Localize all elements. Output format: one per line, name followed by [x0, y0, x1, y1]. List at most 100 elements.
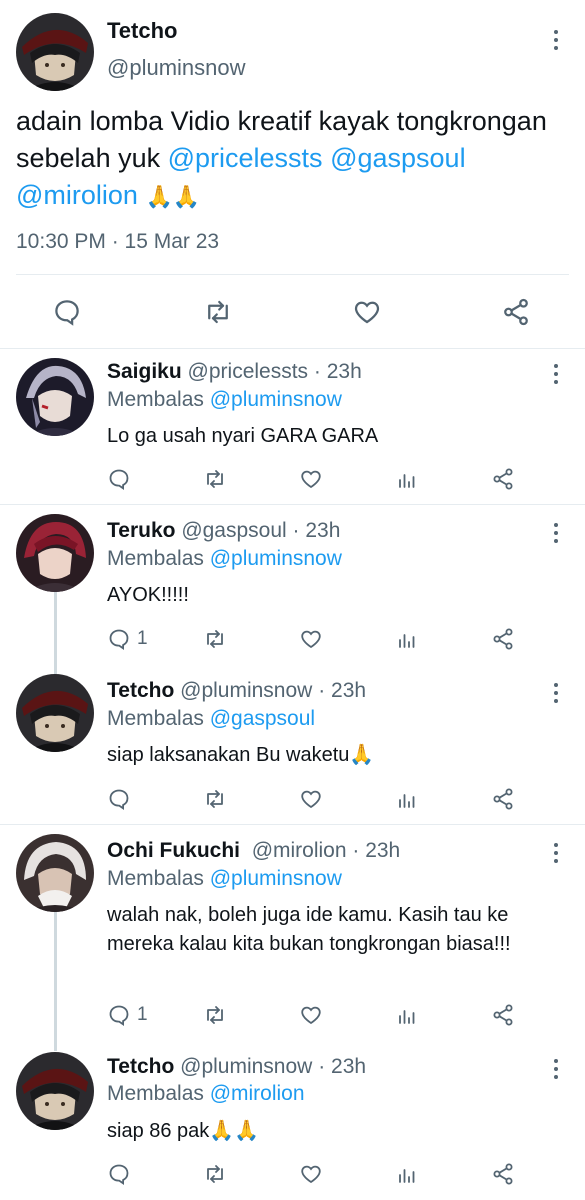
reply-icon[interactable]: [107, 784, 137, 814]
author-name[interactable]: Tetcho: [107, 18, 177, 44]
author-name[interactable]: Ochi Fukuchi: [107, 839, 240, 862]
reply-text: AYOK!!!!!: [107, 584, 189, 606]
retweet-icon[interactable]: [198, 290, 238, 334]
more-options-icon[interactable]: [553, 364, 559, 384]
action-bar: 1: [107, 1000, 527, 1030]
emoji: 🙏🙏: [145, 184, 201, 209]
retweet-icon[interactable]: [203, 624, 227, 654]
avatar[interactable]: [16, 358, 94, 436]
share-icon[interactable]: [491, 784, 515, 814]
more-options-icon[interactable]: [553, 843, 559, 863]
mention-link[interactable]: @pluminsnow: [210, 867, 342, 890]
reply-time[interactable]: · 23h: [318, 1055, 366, 1078]
main-tweet: Tetcho @pluminsnow adain lomba Vidio kre…: [0, 0, 585, 349]
like-icon[interactable]: [299, 464, 323, 494]
reply-header: Tetcho @pluminsnow · 23h: [107, 1055, 366, 1079]
avatar[interactable]: [16, 13, 94, 91]
mention-link[interactable]: @mirolion: [210, 1082, 305, 1105]
reply-count: 1: [137, 1004, 148, 1025]
replying-to: Membalas @mirolion: [107, 1082, 305, 1106]
more-options-icon[interactable]: [553, 683, 559, 703]
share-icon[interactable]: [491, 1159, 515, 1189]
reply-tweet[interactable]: Teruko @gaspsoul · 23h Membalas @plumins…: [0, 505, 585, 683]
author-handle[interactable]: @pluminsnow: [180, 1055, 312, 1078]
avatar[interactable]: [16, 514, 94, 592]
avatar[interactable]: [16, 1052, 94, 1130]
replying-to: Membalas @pluminsnow: [107, 867, 342, 891]
reply-tweet[interactable]: Saigiku @pricelessts · 23h Membalas @plu…: [0, 349, 585, 505]
share-icon[interactable]: [491, 624, 515, 654]
author-name[interactable]: Tetcho: [107, 1055, 174, 1078]
reply-header: Ochi Fukuchi @mirolion · 23h: [107, 839, 400, 863]
divider: [16, 274, 569, 275]
reply-time[interactable]: · 23h: [318, 679, 366, 702]
replying-label: Membalas: [107, 388, 210, 411]
reply-icon[interactable]: 1: [107, 624, 148, 654]
like-icon[interactable]: [299, 624, 323, 654]
mention-link[interactable]: @gaspsoul: [330, 143, 466, 173]
author-handle[interactable]: @pluminsnow: [107, 55, 246, 81]
more-options-icon[interactable]: [553, 1059, 559, 1079]
retweet-icon[interactable]: [203, 1159, 227, 1189]
replying-label: Membalas: [107, 707, 210, 730]
avatar[interactable]: [16, 674, 94, 752]
analytics-icon[interactable]: [395, 624, 419, 654]
reply-icon[interactable]: [47, 290, 87, 334]
reply-icon[interactable]: 1: [107, 1000, 148, 1030]
reply-tweet[interactable]: Tetcho @pluminsnow · 23h Membalas @gasps…: [0, 665, 585, 825]
reply-tweet[interactable]: Tetcho @pluminsnow · 23h Membalas @mirol…: [0, 1047, 585, 1200]
share-icon[interactable]: [496, 290, 536, 334]
more-options-icon[interactable]: [553, 30, 559, 50]
reply-text: siap 86 pak🙏🙏: [107, 1120, 260, 1142]
like-icon[interactable]: [347, 290, 387, 334]
share-icon[interactable]: [491, 464, 515, 494]
reply-icon[interactable]: [107, 464, 137, 494]
author-handle[interactable]: @mirolion: [252, 839, 347, 862]
author-handle[interactable]: @pricelessts: [188, 360, 309, 383]
replying-label: Membalas: [107, 1082, 210, 1105]
reply-text: walah nak, boleh juga ide kamu. Kasih ta…: [107, 904, 511, 955]
retweet-icon[interactable]: [203, 464, 227, 494]
mention-link[interactable]: @gaspsoul: [210, 707, 315, 730]
retweet-icon[interactable]: [203, 784, 227, 814]
replying-to: Membalas @pluminsnow: [107, 388, 342, 412]
action-bar: [107, 1159, 527, 1189]
author-handle[interactable]: @gaspsoul: [181, 519, 286, 542]
like-icon[interactable]: [299, 1159, 323, 1189]
reply-time[interactable]: · 23h: [314, 360, 362, 383]
replying-label: Membalas: [107, 547, 210, 570]
author-name[interactable]: Saigiku: [107, 360, 182, 383]
reply-tweet[interactable]: Ochi Fukuchi @mirolion · 23h Membalas @p…: [0, 825, 585, 1051]
replying-to: Membalas @pluminsnow: [107, 547, 342, 571]
action-bar: [107, 464, 527, 494]
action-bar: [0, 290, 585, 334]
like-icon[interactable]: [299, 1000, 323, 1030]
tweet-timestamp[interactable]: 10:30 PM · 15 Mar 23: [16, 230, 219, 254]
analytics-icon[interactable]: [395, 1159, 419, 1189]
analytics-icon[interactable]: [395, 1000, 419, 1030]
author-name[interactable]: Tetcho: [107, 679, 174, 702]
share-icon[interactable]: [491, 1000, 515, 1030]
author-name[interactable]: Teruko: [107, 519, 175, 542]
reply-text: siap laksanakan Bu waketu🙏: [107, 744, 375, 766]
retweet-icon[interactable]: [203, 1000, 227, 1030]
reply-time[interactable]: · 23h: [293, 519, 341, 542]
avatar[interactable]: [16, 834, 94, 912]
reply-icon[interactable]: [107, 1159, 137, 1189]
author-handle[interactable]: @pluminsnow: [180, 679, 312, 702]
reply-time[interactable]: · 23h: [352, 839, 400, 862]
analytics-icon[interactable]: [395, 464, 419, 494]
reply-header: Tetcho @pluminsnow · 23h: [107, 679, 366, 703]
thread-line: [54, 911, 57, 1051]
mention-link[interactable]: @pluminsnow: [210, 547, 342, 570]
mention-link[interactable]: @mirolion: [16, 180, 138, 210]
reply-count: 1: [137, 628, 148, 649]
mention-link[interactable]: @pluminsnow: [210, 388, 342, 411]
reply-header: Teruko @gaspsoul · 23h: [107, 519, 340, 543]
mention-link[interactable]: @pricelessts: [168, 143, 323, 173]
like-icon[interactable]: [299, 784, 323, 814]
reply-text: Lo ga usah nyari GARA GARA: [107, 425, 379, 447]
more-options-icon[interactable]: [553, 523, 559, 543]
analytics-icon[interactable]: [395, 784, 419, 814]
action-bar: [107, 784, 527, 814]
